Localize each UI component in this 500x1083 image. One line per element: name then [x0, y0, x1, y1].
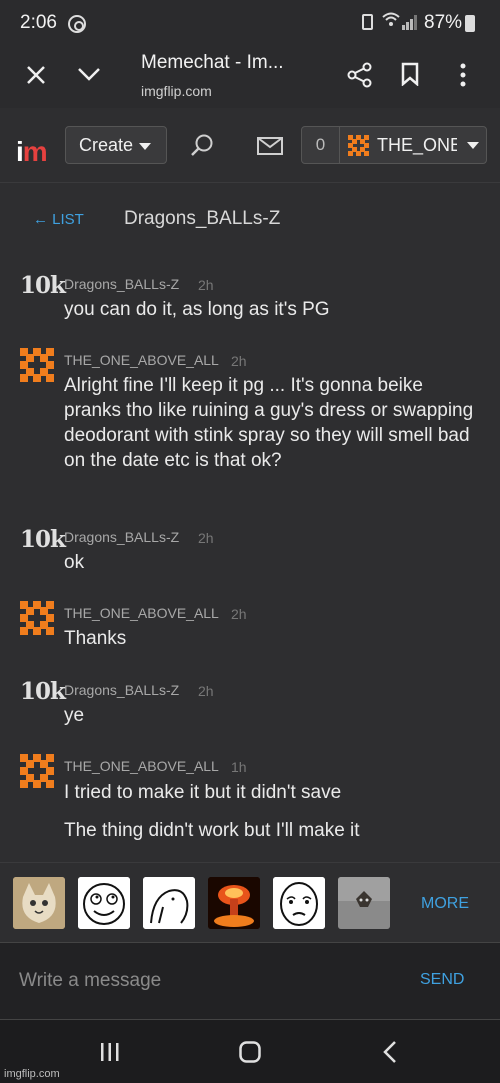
more-memes-link[interactable]: MORE: [421, 895, 469, 913]
bookmark-icon[interactable]: [400, 62, 420, 91]
explosion-meme-icon[interactable]: [208, 877, 260, 929]
ceiling-cat-meme-icon[interactable]: [338, 877, 390, 929]
composer: SEND: [0, 942, 500, 1020]
message-text: you can do it, as long as it's PG: [64, 299, 330, 320]
user-avatar-10k[interactable]: 10k: [20, 526, 66, 553]
sim-icon: [362, 14, 373, 30]
cat-meme-icon[interactable]: [13, 877, 65, 929]
send-button[interactable]: SEND: [420, 971, 464, 989]
close-icon[interactable]: [25, 64, 47, 91]
message-time: 1h: [231, 759, 247, 775]
seal-meme-icon[interactable]: [143, 877, 195, 929]
message-text: Alright fine I'll keep it pg ... It's go…: [64, 375, 474, 471]
mail-icon[interactable]: [257, 137, 283, 160]
user-avatar-icon: [348, 135, 370, 157]
back-to-list-link[interactable]: ← LIST: [33, 211, 84, 228]
search-icon[interactable]: [189, 133, 215, 164]
message-time: 2h: [198, 683, 214, 699]
rage-face-meme-icon[interactable]: [78, 877, 130, 929]
message-text: I tried to make it but it didn't save: [64, 782, 342, 803]
message-time: 2h: [231, 606, 247, 622]
user-avatar-icon[interactable]: [20, 601, 54, 635]
okay-face-meme-icon[interactable]: [273, 877, 325, 929]
message-input[interactable]: [19, 965, 389, 997]
meme-strip: MORE: [0, 862, 500, 942]
create-label: Create: [79, 135, 134, 155]
user-avatar-icon[interactable]: [20, 348, 54, 382]
caret-down-icon: [139, 142, 152, 150]
message-username[interactable]: Dragons_BALLs-Z: [64, 276, 179, 292]
status-time: 2:06: [20, 12, 57, 33]
create-button[interactable]: Create: [65, 126, 167, 164]
battery-percent: 87%: [424, 12, 463, 33]
message-time: 2h: [231, 353, 247, 369]
message-username[interactable]: Dragons_BALLs-Z: [64, 529, 179, 545]
username: THE_ONE_ABOVE_ALL: [377, 135, 457, 155]
status-bar: 2:06 87%: [0, 0, 500, 44]
page-title: Memechat - Im...: [141, 52, 284, 73]
page-url: imgflip.com: [141, 83, 212, 99]
user-avatar-10k[interactable]: 10k: [20, 678, 66, 705]
message-time: 2h: [198, 530, 214, 546]
browser-toolbar: Memechat - Im... imgflip.com: [0, 44, 500, 108]
message-time: 2h: [198, 277, 214, 293]
message-text: ok: [64, 552, 85, 573]
recent-apps-icon[interactable]: [99, 1042, 121, 1067]
wifi-icon: [382, 12, 400, 33]
imgflip-logo[interactable]: im: [16, 136, 48, 168]
chevron-down-icon[interactable]: [77, 66, 101, 87]
message-username[interactable]: Dragons_BALLs-Z: [64, 682, 179, 698]
message-username[interactable]: THE_ONE_ABOVE_ALL: [64, 352, 219, 368]
chat-partner-name: Dragons_BALLs-Z: [124, 208, 281, 229]
user-avatar-icon[interactable]: [20, 754, 54, 788]
notification-count[interactable]: 0: [302, 127, 340, 163]
battery-icon: [465, 15, 475, 32]
message-username[interactable]: THE_ONE_ABOVE_ALL: [64, 758, 219, 774]
signal-icon: [402, 14, 418, 30]
threads-icon: [68, 15, 86, 33]
user-menu[interactable]: 0 THE_ONE_ABOVE_ALL: [301, 126, 487, 164]
site-header: im Create 0 THE_ONE_ABOVE_ALL: [0, 108, 500, 183]
message-text: The thing didn't work but I'll make it: [64, 820, 360, 841]
message-username[interactable]: THE_ONE_ABOVE_ALL: [64, 605, 219, 621]
more-vert-icon[interactable]: [459, 63, 467, 92]
user-avatar-10k[interactable]: 10k: [20, 272, 66, 299]
message-text: Thanks: [64, 628, 127, 649]
back-icon[interactable]: [383, 1040, 397, 1069]
watermark: imgflip.com: [4, 1068, 60, 1080]
share-icon[interactable]: [347, 62, 373, 93]
caret-down-icon: [467, 142, 479, 149]
system-nav-bar: imgflip.com: [0, 1020, 500, 1083]
home-icon[interactable]: [239, 1041, 261, 1068]
message-text: ye: [64, 705, 85, 726]
